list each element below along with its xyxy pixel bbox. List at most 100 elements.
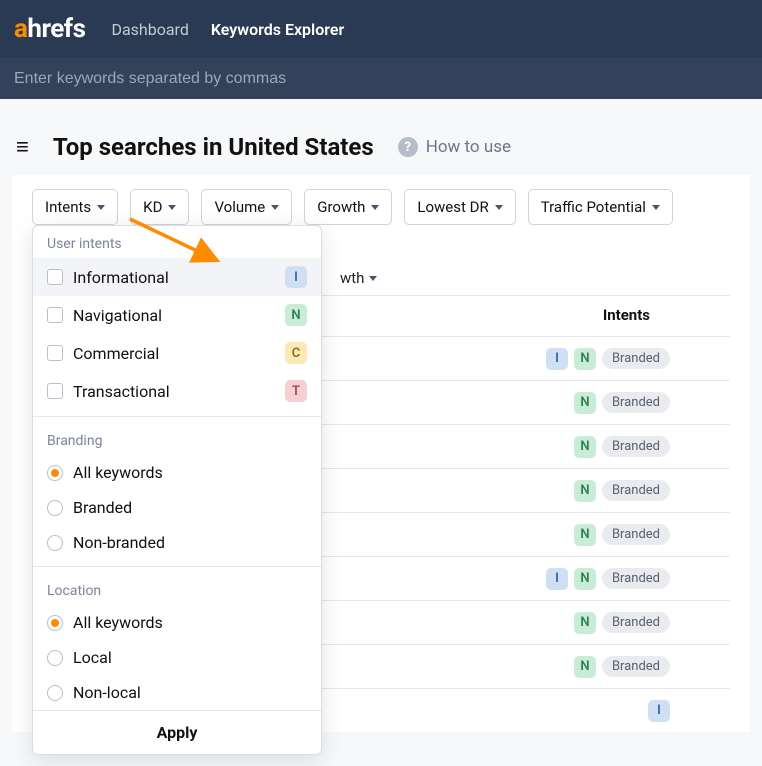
location-option-all-keywords[interactable]: All keywords [33,605,321,640]
branded-pill: Branded [602,524,670,545]
page-title: Top searches in United States [53,133,374,161]
apply-button[interactable]: Apply [33,710,321,754]
filter-label: Growth [317,198,365,216]
dropdown-section-user-intents: User intents [33,226,321,258]
branding-option-label: Non-branded [73,533,307,552]
checkbox-icon [47,345,63,361]
intent-option-transactional[interactable]: Transactional T [33,372,321,410]
intent-badge-icon: N [574,392,596,414]
how-to-use-link[interactable]: ? How to use [398,137,511,157]
intent-badge-icon: N [574,656,596,678]
radio-icon [47,650,63,666]
intent-badge-icon: I [546,348,568,370]
chevron-down-icon [271,205,279,210]
dropdown-divider [33,416,321,417]
intent-option-label: Commercial [73,344,275,363]
location-option-label: All keywords [73,613,307,632]
checkbox-icon [47,307,63,323]
location-option-non-local[interactable]: Non-local [33,675,321,710]
filter-volume[interactable]: Volume [201,189,292,225]
intent-badge-icon: C [285,342,307,364]
filter-lowest-dr[interactable]: Lowest DR [404,189,515,225]
branding-option-all-keywords[interactable]: All keywords [33,455,321,490]
row-intents: N Branded [574,392,726,414]
growth-column-toggle[interactable]: wth [340,269,377,287]
menu-icon[interactable]: ≡ [16,134,29,160]
help-icon: ? [398,137,418,157]
location-option-local[interactable]: Local [33,640,321,675]
intent-badge-icon: N [574,436,596,458]
filter-label: Lowest DR [417,198,488,216]
dropdown-divider [33,566,321,567]
branding-option-non-branded[interactable]: Non-branded [33,525,321,560]
radio-icon [47,685,63,701]
location-option-label: Local [73,648,307,667]
intent-badge-icon: N [574,480,596,502]
intent-badge-icon: I [285,266,307,288]
chevron-down-icon [371,205,379,210]
filter-kd[interactable]: KD [130,189,189,225]
branded-pill: Branded [602,656,670,677]
dropdown-section-branding: Branding [33,423,321,455]
checkbox-icon [47,269,63,285]
intent-option-label: Navigational [73,306,275,325]
row-intents: N Branded [574,656,726,678]
row-intents: I [648,700,726,722]
filter-label: KD [143,198,162,216]
row-intents: N Branded [574,612,726,634]
chevron-down-icon [97,205,105,210]
chevron-down-icon [495,205,503,210]
intent-option-label: Informational [73,268,275,287]
filter-growth[interactable]: Growth [304,189,392,225]
nav-link-keywords-explorer[interactable]: Keywords Explorer [211,20,344,39]
branded-pill: Branded [602,568,670,589]
chevron-down-icon [168,205,176,210]
intent-badge-icon: N [574,612,596,634]
growth-column-label: wth [340,269,364,287]
radio-icon [47,465,63,481]
radio-icon [47,535,63,551]
intent-badge-icon: N [574,524,596,546]
main-panel: Intents KD Volume Growth Lowest DR Traffic Po… [12,175,750,732]
branded-pill: Branded [602,480,670,501]
intent-badge-icon: N [574,568,596,590]
intent-option-navigational[interactable]: NavigationalN [33,296,321,334]
ahrefs-logo: ahrefs [14,14,85,44]
location-option-label: Non-local [73,683,307,702]
filters-row: Intents KD Volume Growth Lowest DR Traffic Po… [32,189,730,225]
top-navbar: ahrefs Dashboard Keywords Explorer [0,0,762,58]
radio-icon [47,500,63,516]
keyword-search-bar [0,58,762,99]
chevron-down-icon [369,276,377,281]
filter-label: Traffic Potential [541,198,646,216]
intent-badge-icon: N [574,348,596,370]
column-header-intents: Intents [603,306,730,324]
filter-label: Intents [45,198,91,216]
how-to-use-label: How to use [426,137,511,157]
intent-option-commercial[interactable]: Commercial C [33,334,321,372]
filter-intents[interactable]: Intents [32,189,118,225]
intent-badge-icon: I [546,568,568,590]
branded-pill: Branded [602,612,670,633]
row-intents: IN Branded [546,568,726,590]
branded-pill: Branded [602,348,670,369]
row-intents: N Branded [574,524,726,546]
row-intents: N Branded [574,480,726,502]
keyword-search-input[interactable] [14,70,748,88]
branded-pill: Branded [602,436,670,457]
intent-badge-icon: T [285,380,307,402]
checkbox-icon [47,383,63,399]
branded-pill: Branded [602,392,670,413]
chevron-down-icon [652,205,660,210]
branding-option-label: All keywords [73,463,307,482]
row-intents: IN Branded [546,348,726,370]
branding-option-branded[interactable]: Branded [33,490,321,525]
intent-option-informational[interactable]: Informational I [33,258,321,296]
intents-dropdown: User intents InformationalINavigationalN… [32,225,322,755]
dropdown-section-location: Location [33,573,321,605]
title-bar: ≡ Top searches in United States ? How to… [0,99,762,175]
intent-option-label: Transactional [73,382,275,401]
filter-traffic-potential[interactable]: Traffic Potential [528,189,673,225]
nav-link-dashboard[interactable]: Dashboard [111,20,188,39]
radio-icon [47,615,63,631]
